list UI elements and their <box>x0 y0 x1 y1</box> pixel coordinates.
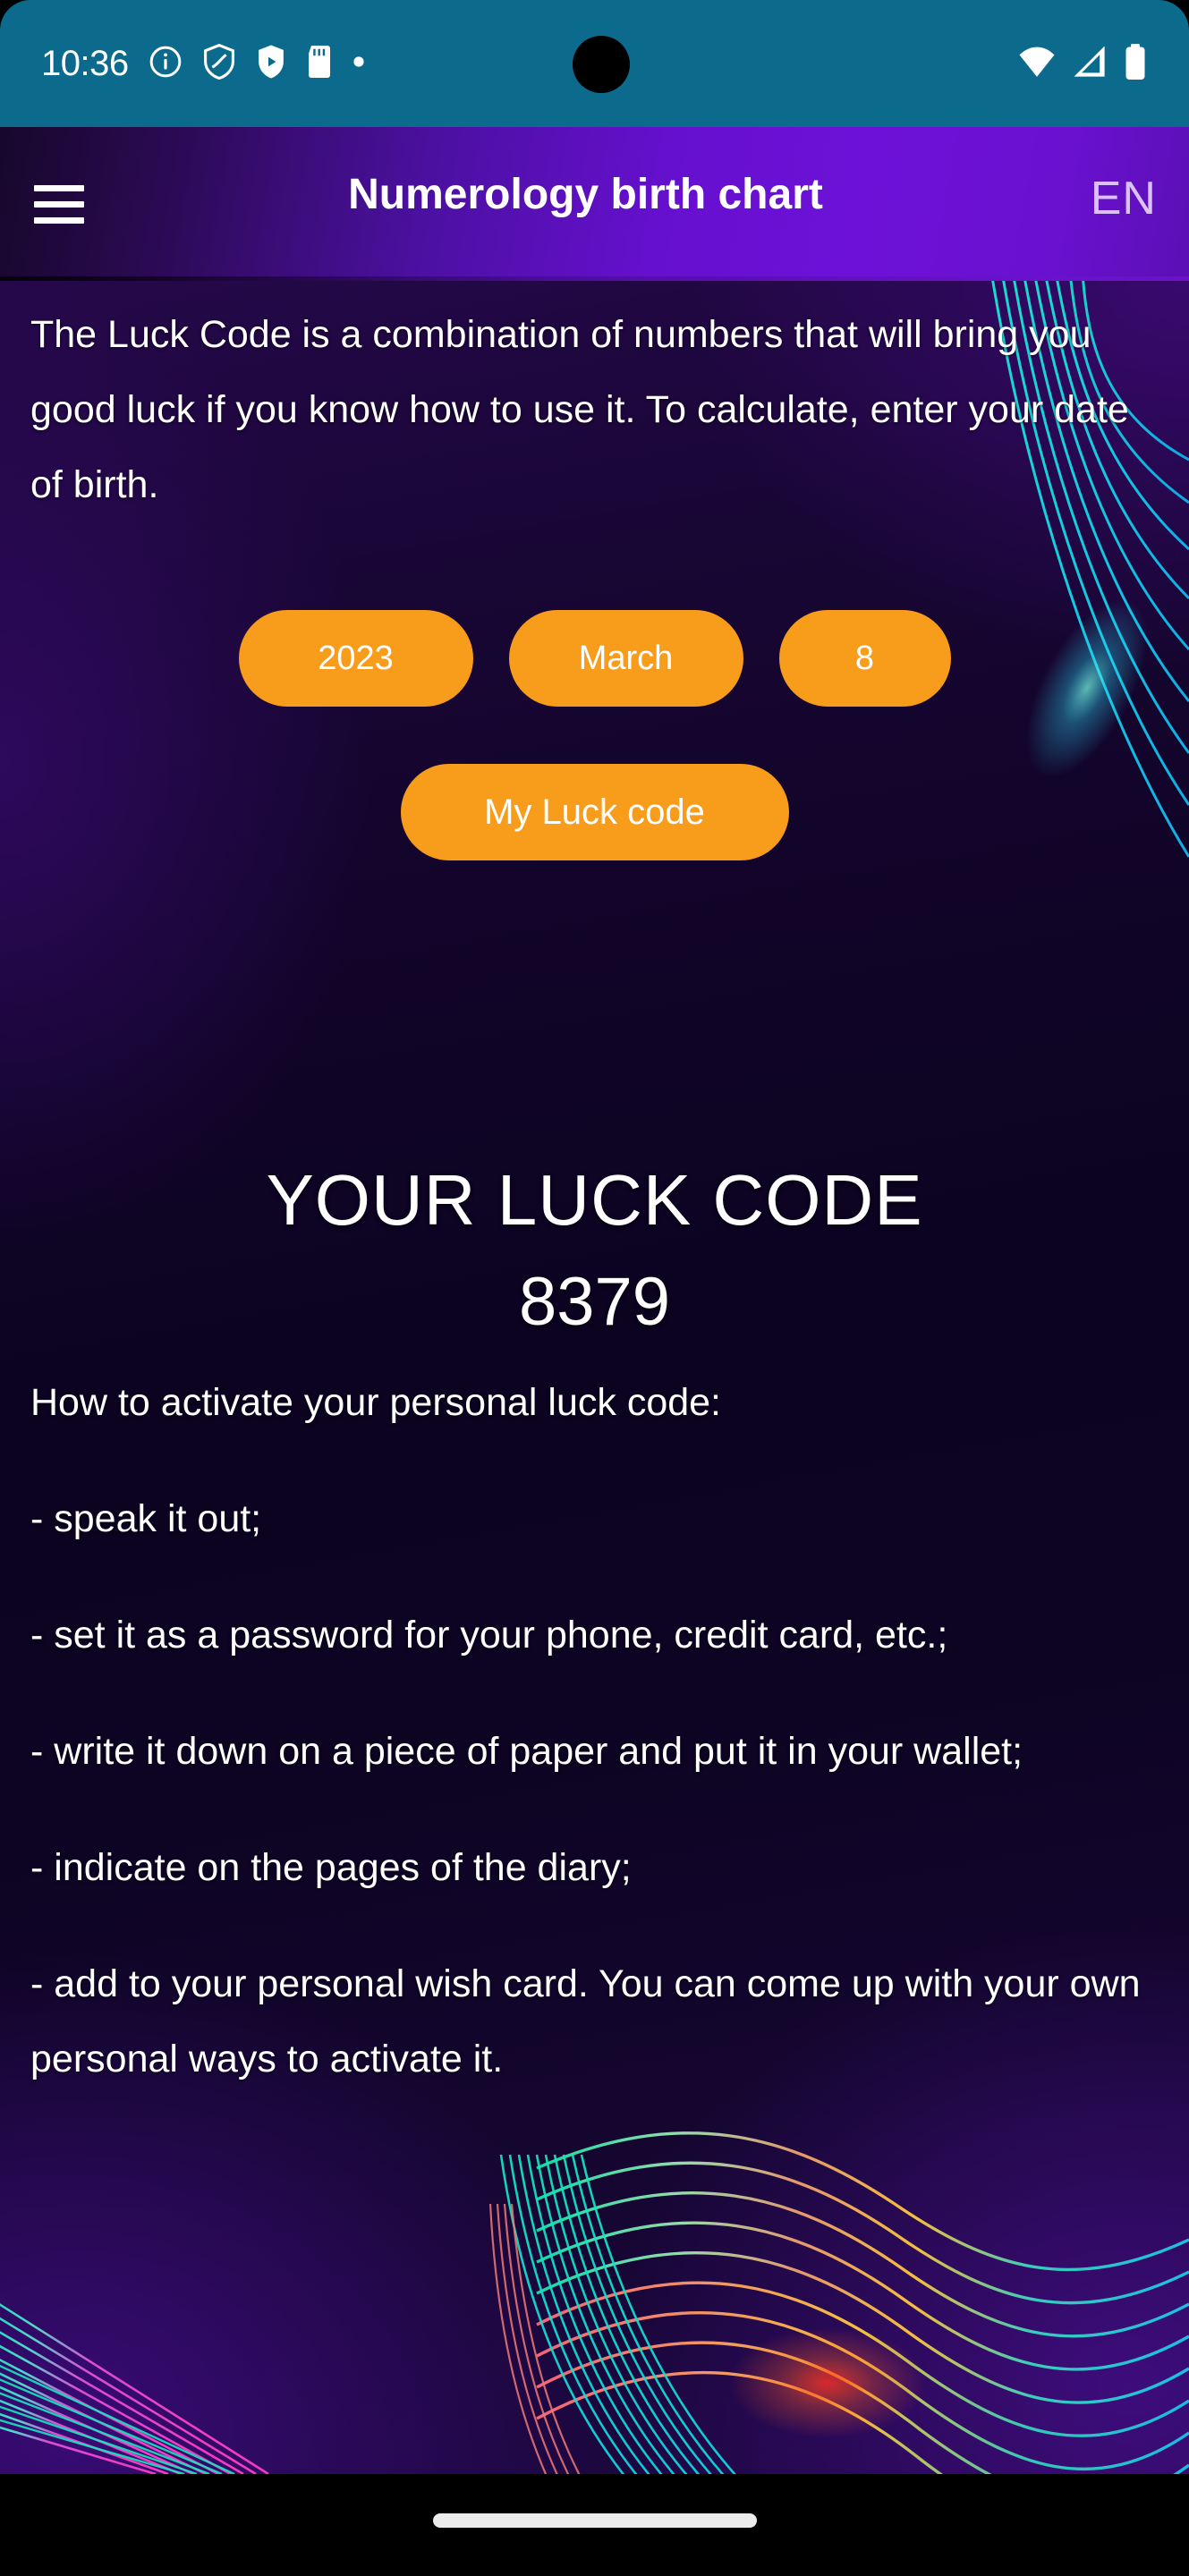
system-navigation-bar <box>0 2474 1189 2576</box>
home-gesture-indicator[interactable] <box>432 2513 757 2528</box>
month-select-button[interactable]: March <box>508 610 743 707</box>
bottom-left-diagonal-fan <box>0 2303 269 2474</box>
instruction-item: - indicate on the pages of the diary; <box>30 1846 632 1889</box>
sd-card-icon <box>306 44 333 84</box>
instruction-item: - add to your personal wish card. You ca… <box>30 1962 1141 2080</box>
shield-icon <box>202 43 236 84</box>
year-select-button[interactable]: 2023 <box>238 610 473 707</box>
status-bar-right-group <box>1017 0 1148 127</box>
wifi-icon <box>1017 43 1057 85</box>
phone-screen: 10:36 Numerology birth chart EN The Luck… <box>0 0 1189 2576</box>
dot-icon <box>352 55 365 72</box>
info-circle-icon <box>149 45 183 83</box>
app-bar: Numerology birth chart EN <box>0 127 1189 281</box>
date-picker-row: 2023 March 8 <box>0 610 1189 707</box>
intro-paragraph: The Luck Code is a combination of number… <box>30 313 1129 506</box>
page-title: Numerology birth chart <box>348 171 823 218</box>
instruction-item: - speak it out; <box>30 1497 262 1540</box>
bottom-wave-bundle <box>536 2131 1189 2404</box>
instructions-heading: How to activate your personal luck code: <box>30 1381 722 1424</box>
language-selector[interactable]: EN <box>1091 172 1157 225</box>
day-select-button[interactable]: 8 <box>778 610 951 707</box>
instructions-block: How to activate your personal luck code:… <box>30 1365 1176 2097</box>
submit-row: My Luck code <box>0 764 1189 860</box>
my-luck-code-button[interactable]: My Luck code <box>400 764 789 860</box>
red-glow <box>729 2327 926 2438</box>
teal-sweep-fan <box>499 2154 737 2474</box>
status-bar-clock: 10:36 <box>41 44 129 83</box>
cellular-signal-icon <box>1071 43 1108 85</box>
instruction-item: - set it as a password for your phone, c… <box>30 1614 948 1657</box>
result-title: YOUR LUCK CODE <box>266 1160 923 1240</box>
battery-icon <box>1123 43 1148 85</box>
result-code-value: 8379 <box>518 1264 671 1340</box>
play-shield-icon <box>256 44 286 84</box>
bottom-left-teal-fan <box>0 2364 235 2474</box>
main-content: The Luck Code is a combination of number… <box>0 281 1189 2474</box>
camera-punch-hole <box>573 36 630 93</box>
instruction-item: - write it down on a piece of paper and … <box>30 1730 1023 1773</box>
status-bar-left-group: 10:36 <box>41 0 365 127</box>
bottom-wave-bundle-warm <box>536 2281 1189 2474</box>
salmon-sweep-fan <box>488 2203 581 2474</box>
